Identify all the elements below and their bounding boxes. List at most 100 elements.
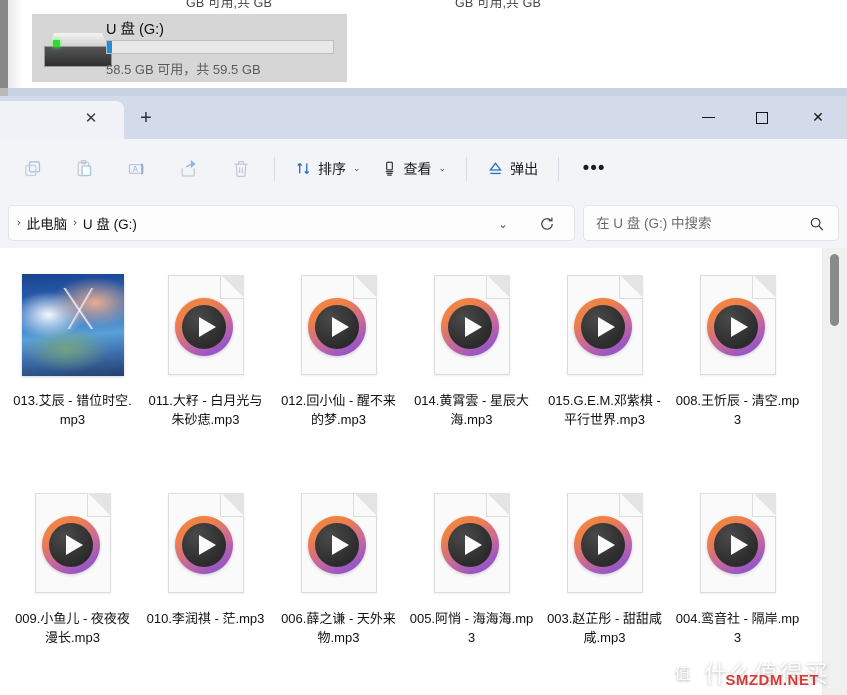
vertical-scrollbar[interactable] xyxy=(822,248,847,695)
play-ring xyxy=(308,516,366,574)
drive-title: U 盘 (G:) xyxy=(106,18,164,39)
mp3-file-icon xyxy=(545,484,665,602)
search-icon[interactable] xyxy=(806,213,828,235)
toolbar-divider-3 xyxy=(558,157,559,181)
toolbar-divider-1 xyxy=(274,157,275,181)
play-disc xyxy=(315,523,359,567)
file-name-label: 013.艾辰 - 错位时空.mp3 xyxy=(10,391,136,429)
page-fold-corner xyxy=(619,275,643,299)
mp3-icon xyxy=(301,493,377,593)
play-triangle-icon xyxy=(66,535,83,555)
mp3-icon xyxy=(301,275,377,375)
new-tab-icon[interactable]: + xyxy=(132,105,160,131)
file-name-label: 008.王忻辰 - 清空.mp3 xyxy=(675,391,801,429)
share-icon[interactable] xyxy=(166,150,212,188)
file-item[interactable]: 013.艾辰 - 错位时空.mp3 xyxy=(6,260,139,478)
mp3-icon xyxy=(567,493,643,593)
album-art-image xyxy=(22,274,124,376)
maximize-icon[interactable] xyxy=(739,96,785,139)
play-triangle-icon xyxy=(199,317,216,337)
play-disc xyxy=(448,523,492,567)
page-fold-corner xyxy=(87,493,111,517)
address-row: › 此电脑 › U 盘 (G:) ⌄ xyxy=(0,198,847,248)
copy-icon[interactable] xyxy=(10,150,56,188)
sort-icon xyxy=(295,160,312,177)
file-item[interactable]: 012.回小仙 - 醒不来的梦.mp3 xyxy=(272,260,405,478)
toolbar-divider-2 xyxy=(466,157,467,181)
play-ring xyxy=(574,516,632,574)
breadcrumb-item-this-pc[interactable]: 此电脑 xyxy=(27,213,68,233)
eject-icon xyxy=(487,160,504,177)
tab-close-icon[interactable]: ✕ xyxy=(78,106,104,130)
file-name-label: 003.赵芷彤 - 甜甜咸咸.mp3 xyxy=(542,609,668,647)
play-ring xyxy=(707,516,765,574)
breadcrumb-leading-separator: › xyxy=(13,217,25,229)
delete-icon[interactable] xyxy=(218,150,264,188)
more-options-button[interactable]: ••• xyxy=(573,150,615,188)
breadcrumb-item-u-disk[interactable]: U 盘 (G:) xyxy=(83,213,137,233)
file-item[interactable]: 003.赵芷彤 - 甜甜咸咸.mp3 xyxy=(538,478,671,695)
file-item[interactable]: 005.阿悄 - 海海海.mp3 xyxy=(405,478,538,695)
mp3-icon xyxy=(434,493,510,593)
search-box[interactable] xyxy=(583,205,839,241)
play-triangle-icon xyxy=(199,535,216,555)
page-fold-corner xyxy=(486,493,510,517)
file-item[interactable]: 015.G.E.M.邓紫棋 - 平行世界.mp3 xyxy=(538,260,671,478)
scrollbar-thumb[interactable] xyxy=(830,254,839,326)
play-triangle-icon xyxy=(332,535,349,555)
tab-active[interactable] xyxy=(0,101,124,139)
mp3-icon xyxy=(434,275,510,375)
play-disc xyxy=(182,523,226,567)
play-ring xyxy=(707,298,765,356)
sort-button[interactable]: 排序 ⌄ xyxy=(285,150,371,188)
refresh-icon[interactable] xyxy=(534,213,560,235)
file-item[interactable]: 010.李润祺 - 茫.mp3 xyxy=(139,478,272,695)
view-button[interactable]: 查看 ⌄ xyxy=(371,150,457,188)
mp3-icon xyxy=(567,275,643,375)
address-bar[interactable]: › 此电脑 › U 盘 (G:) ⌄ xyxy=(8,205,575,241)
page-fold-corner xyxy=(353,275,377,299)
play-triangle-icon xyxy=(332,317,349,337)
page-fold-corner xyxy=(220,275,244,299)
mp3-file-icon xyxy=(545,266,665,384)
sort-label: 排序 xyxy=(318,159,346,179)
file-item[interactable]: 006.薛之谦 - 天外来物.mp3 xyxy=(272,478,405,695)
close-icon[interactable]: ✕ xyxy=(795,96,841,139)
chevron-down-icon[interactable]: ⌄ xyxy=(490,215,516,233)
play-ring xyxy=(441,298,499,356)
background-window-scrollbar[interactable] xyxy=(0,0,8,88)
paste-icon[interactable] xyxy=(62,150,108,188)
file-grid: 013.艾辰 - 错位时空.mp3011.大籽 - 白月光与朱砂痣.mp3012… xyxy=(0,248,822,695)
page-fold-corner xyxy=(353,493,377,517)
play-disc xyxy=(315,305,359,349)
mp3-file-icon xyxy=(146,266,266,384)
file-item[interactable]: 011.大籽 - 白月光与朱砂痣.mp3 xyxy=(139,260,272,478)
page-fold-corner xyxy=(220,493,244,517)
file-item[interactable]: 014.黄霄雲 - 星辰大海.mp3 xyxy=(405,260,538,478)
file-item[interactable]: 004.鸾音社 - 隔岸.mp3 xyxy=(671,478,804,695)
mp3-icon xyxy=(168,493,244,593)
eject-label: 弹出 xyxy=(510,159,538,179)
file-name-label: 010.李润祺 - 茫.mp3 xyxy=(143,609,269,628)
mp3-file-icon xyxy=(279,266,399,384)
mp3-icon xyxy=(700,275,776,375)
mp3-file-icon xyxy=(412,266,532,384)
search-input[interactable] xyxy=(596,216,796,231)
play-disc xyxy=(714,305,758,349)
file-name-label: 004.鸾音社 - 隔岸.mp3 xyxy=(675,609,801,647)
minimize-icon[interactable] xyxy=(685,96,731,139)
file-item[interactable]: 009.小鱼儿 - 夜夜夜漫长.mp3 xyxy=(6,478,139,695)
play-triangle-icon xyxy=(598,535,615,555)
rename-icon[interactable]: A xyxy=(114,150,160,188)
play-ring xyxy=(574,298,632,356)
album-art-thumbnail xyxy=(13,266,133,384)
breadcrumb: › 此电脑 › U 盘 (G:) xyxy=(9,213,137,233)
eject-button[interactable]: 弹出 xyxy=(477,150,548,188)
background-window: GB 可用,共 GB GB 可用,共 GB U 盘 (G:) 58.5 GB 可… xyxy=(0,0,847,96)
mp3-icon xyxy=(35,493,111,593)
play-ring xyxy=(175,298,233,356)
play-disc xyxy=(448,305,492,349)
drive-tile-u-disk[interactable]: U 盘 (G:) 58.5 GB 可用，共 59.5 GB xyxy=(32,14,347,82)
play-disc xyxy=(182,305,226,349)
file-item[interactable]: 008.王忻辰 - 清空.mp3 xyxy=(671,260,804,478)
